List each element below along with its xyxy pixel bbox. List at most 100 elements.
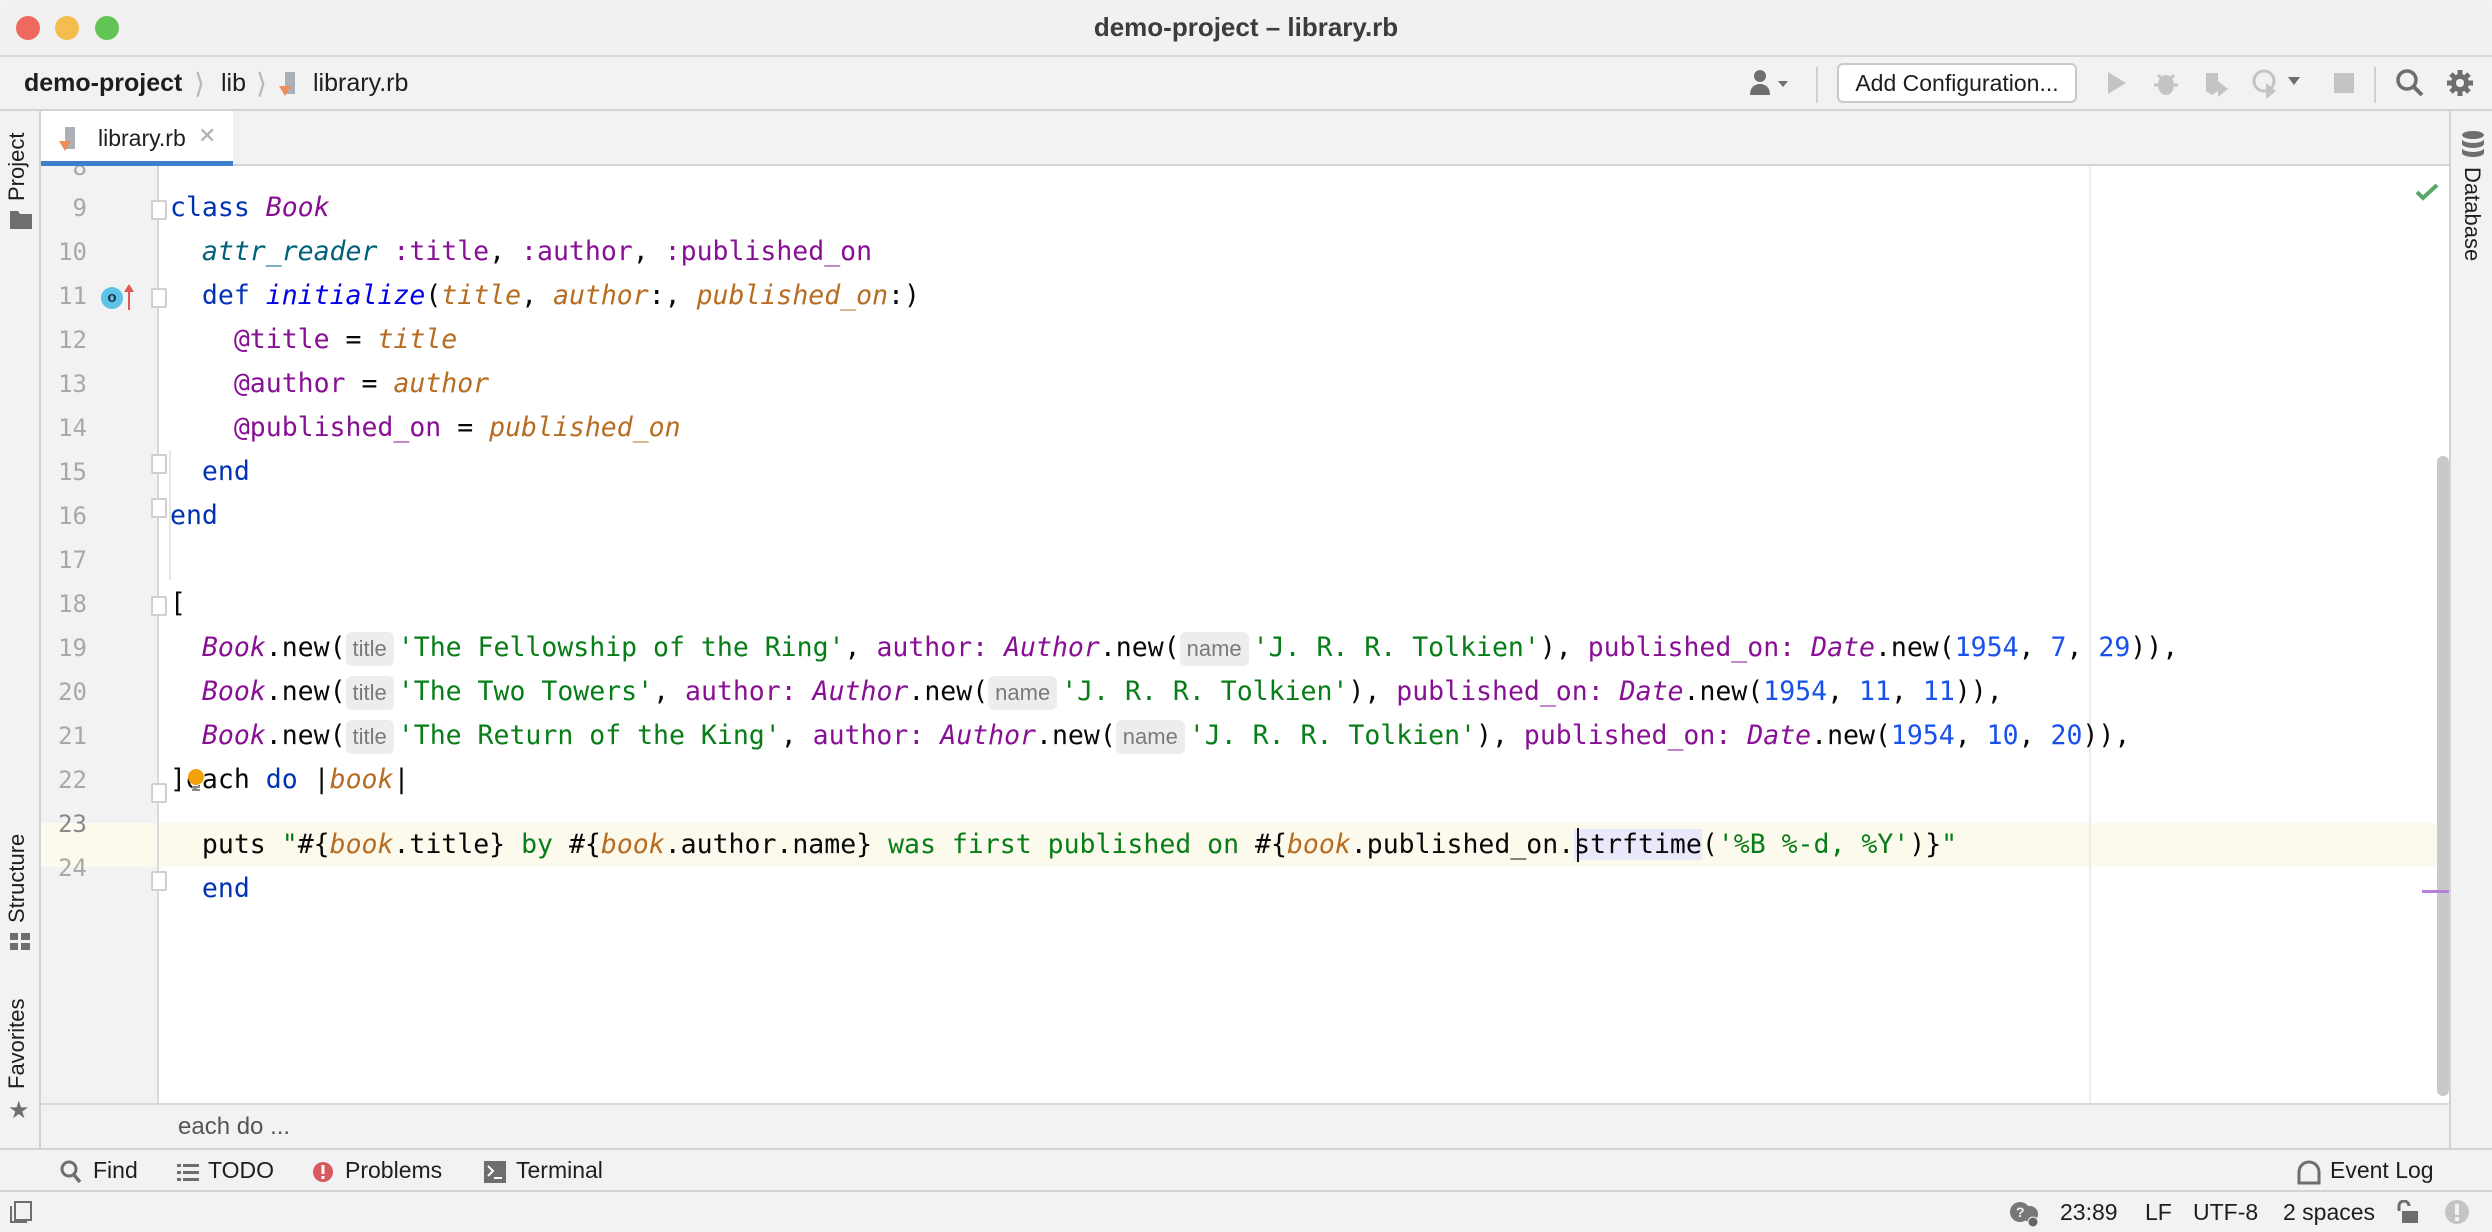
code-line-19: Book.new(title 'The Fellowship of the Rin… bbox=[170, 626, 2178, 670]
breadcrumb-project[interactable]: demo-project bbox=[24, 69, 182, 98]
line-number: 15 bbox=[58, 458, 87, 486]
parameter-hint: title bbox=[345, 631, 394, 666]
user-vcs-icon[interactable] bbox=[1748, 67, 1788, 99]
file-encoding[interactable]: UTF-8 bbox=[2193, 1199, 2258, 1226]
inspection-ok-icon[interactable] bbox=[2415, 182, 2439, 202]
problems-icon bbox=[312, 1160, 334, 1184]
line-number: 24 bbox=[58, 854, 87, 882]
problems-tool-button[interactable]: Problems bbox=[345, 1157, 442, 1184]
add-configuration-button[interactable]: Add Configuration... bbox=[1837, 63, 2077, 103]
fold-marker[interactable] bbox=[151, 288, 167, 308]
database-tool-button[interactable]: Database bbox=[2459, 167, 2485, 261]
line-number: 9 bbox=[72, 194, 87, 222]
fold-marker[interactable] bbox=[151, 871, 167, 891]
line-number: 14 bbox=[58, 414, 87, 442]
intention-bulb-icon[interactable] bbox=[187, 768, 205, 792]
favorites-tool-button[interactable]: Favorites bbox=[4, 999, 30, 1089]
fold-marker[interactable] bbox=[151, 498, 167, 518]
structure-tool-button[interactable]: Structure bbox=[4, 834, 30, 923]
indent-setting[interactable]: 2 spaces bbox=[2283, 1199, 2375, 1226]
toolbar-divider bbox=[1816, 67, 1818, 103]
profile-icon[interactable] bbox=[2250, 67, 2282, 99]
line-number: 11 bbox=[58, 282, 87, 310]
line-number: 13 bbox=[58, 370, 87, 398]
code-line-13: @author = author bbox=[233, 368, 490, 399]
line-number: 16 bbox=[58, 502, 87, 530]
code-line-18: [ bbox=[170, 588, 186, 619]
code-line-24: end bbox=[201, 873, 250, 904]
find-tool-button[interactable]: Find bbox=[93, 1157, 138, 1184]
fold-marker[interactable] bbox=[151, 596, 167, 616]
stop-icon[interactable] bbox=[2328, 67, 2360, 99]
line-number: 20 bbox=[58, 678, 87, 706]
parameter-hint: name bbox=[988, 675, 1058, 710]
ruby-file-icon bbox=[277, 70, 297, 98]
fold-marker[interactable] bbox=[151, 783, 167, 803]
line-number: 10 bbox=[58, 238, 87, 266]
settings-icon[interactable] bbox=[2444, 67, 2476, 99]
code-editor[interactable]: 8 9 10 11 12 13 14 15 16 17 18 19 20 21 22 23 24 o clas… bbox=[41, 166, 2449, 1103]
breadcrumb-file[interactable]: library.rb bbox=[313, 69, 408, 98]
title-bar: demo-project – library.rb bbox=[0, 0, 2492, 57]
structure-icon bbox=[10, 933, 30, 951]
code-line-14: @published_on = published_on bbox=[233, 412, 681, 443]
project-tool-button[interactable]: Project bbox=[4, 133, 30, 201]
line-separator[interactable]: LF bbox=[2145, 1199, 2172, 1226]
code-line-16: end bbox=[170, 500, 218, 531]
selected-identifier: strftime bbox=[1574, 829, 1702, 860]
line-number: 21 bbox=[58, 722, 87, 750]
vertical-scrollbar[interactable] bbox=[2437, 456, 2449, 1096]
right-tool-strip: Database bbox=[2449, 111, 2492, 1148]
line-number: 17 bbox=[58, 546, 87, 574]
ruby-file-icon bbox=[57, 125, 77, 153]
line-number: 8 bbox=[72, 166, 87, 181]
search-icon bbox=[60, 1160, 82, 1184]
line-number: 19 bbox=[58, 634, 87, 662]
text-cursor bbox=[1577, 828, 1579, 862]
list-icon bbox=[177, 1162, 199, 1182]
code-line-23: puts "#{book.title} by #{book.author.nam… bbox=[201, 829, 1958, 860]
line-number: 12 bbox=[58, 326, 87, 354]
lock-open-icon[interactable] bbox=[2396, 1199, 2418, 1224]
left-tool-strip: Project Structure Favorites ★ bbox=[0, 111, 41, 1192]
fold-marker[interactable] bbox=[151, 454, 167, 474]
event-log-button[interactable]: Event Log bbox=[2330, 1157, 2434, 1184]
star-icon: ★ bbox=[8, 1097, 30, 1124]
tab-library-rb[interactable]: library.rb ✕ bbox=[41, 111, 233, 166]
code-line-21: Book.new(title 'The Return of the King', … bbox=[170, 714, 2130, 758]
code-line-10: attr_reader :title, :author, :published_… bbox=[201, 236, 873, 267]
coverage-icon[interactable] bbox=[2200, 67, 2232, 99]
chevron-down-icon[interactable] bbox=[2286, 73, 2318, 105]
debug-icon[interactable] bbox=[2150, 67, 2182, 99]
event-log-icon bbox=[2296, 1159, 2322, 1185]
arrow-up-icon bbox=[123, 282, 135, 310]
breadcrumb-separator: ⟩ bbox=[194, 68, 205, 99]
toggle-tool-windows-icon[interactable] bbox=[9, 1200, 33, 1224]
cloud-settings-icon[interactable]: ? bbox=[2008, 1198, 2040, 1228]
todo-tool-button[interactable]: TODO bbox=[208, 1157, 274, 1184]
fold-marker[interactable] bbox=[151, 200, 167, 220]
navigation-bar: demo-project ⟩ lib ⟩ library.rb Add Conf… bbox=[0, 57, 2492, 111]
status-bar: ? 23:89 LF UTF-8 2 spaces bbox=[0, 1192, 2492, 1232]
override-method-icon[interactable]: o bbox=[101, 287, 123, 309]
database-icon bbox=[2461, 131, 2485, 157]
notifications-icon[interactable] bbox=[2444, 1199, 2470, 1225]
breadcrumb-lib[interactable]: lib bbox=[221, 69, 246, 98]
toolbar-divider bbox=[2374, 67, 2376, 103]
error-stripe-mark[interactable] bbox=[2422, 890, 2449, 893]
terminal-tool-button[interactable]: Terminal bbox=[516, 1157, 603, 1184]
editor-breadcrumb-item[interactable]: each do ... bbox=[178, 1113, 290, 1141]
code-line-20: Book.new(title 'The Two Towers', author: … bbox=[170, 670, 2003, 714]
close-tab-icon[interactable]: ✕ bbox=[198, 123, 216, 149]
code-line-9: class Book bbox=[170, 192, 330, 223]
search-icon[interactable] bbox=[2394, 67, 2426, 99]
code-line-15: end bbox=[201, 456, 250, 487]
parameter-hint: name bbox=[1179, 631, 1249, 666]
line-number: 18 bbox=[58, 590, 87, 618]
terminal-icon bbox=[484, 1160, 506, 1184]
run-icon[interactable] bbox=[2100, 67, 2132, 99]
code-line-12: @title = title bbox=[233, 324, 458, 355]
svg-text:?: ? bbox=[2016, 1204, 2025, 1220]
tool-window-bar: Find TODO Problems Terminal Event Log bbox=[0, 1148, 2492, 1192]
caret-position[interactable]: 23:89 bbox=[2060, 1199, 2118, 1226]
